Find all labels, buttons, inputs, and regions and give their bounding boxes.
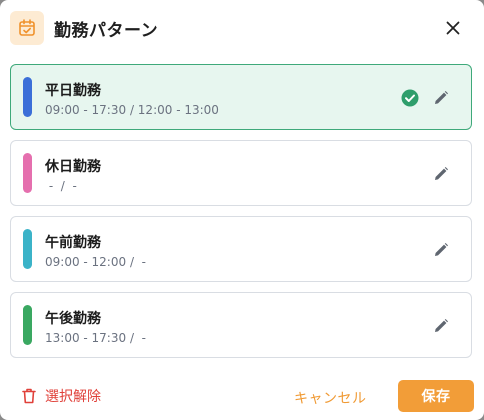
deselect-label: 選択解除 [45,389,101,405]
work-pattern-dialog: 勤務パターン 平日勤務 09:00 - 17:30 / 12:00 - 13:0… [0,0,484,420]
pattern-name: 午前勤務 [45,235,101,251]
pencil-icon [435,319,448,332]
dialog-footer: 選択解除 キャンセル 保存 [0,372,484,420]
close-button[interactable] [441,16,465,40]
pattern-card-weekday[interactable]: 平日勤務 09:00 - 17:30 / 12:00 - 13:00 [10,64,472,130]
pencil-icon [435,243,448,256]
edit-button[interactable] [431,240,451,260]
pattern-card-morning[interactable]: 午前勤務 09:00 - 12:00 / - [10,216,472,282]
edit-button[interactable] [431,88,451,108]
pattern-time: 09:00 - 17:30 / 12:00 - 13:00 [45,103,219,117]
pattern-card-holiday[interactable]: 休日勤務 - / - [10,140,472,206]
dialog-title: 勤務パターン [54,21,159,41]
pattern-name: 午後勤務 [45,311,101,327]
pencil-icon [435,91,448,104]
trash-icon [22,388,36,404]
dialog-header: 勤務パターン [0,0,484,58]
save-button[interactable]: 保存 [398,380,474,412]
edit-button[interactable] [431,164,451,184]
pattern-name: 休日勤務 [45,159,101,175]
cancel-button[interactable]: キャンセル [294,388,367,408]
pattern-time: 09:00 - 12:00 / - [45,255,146,269]
pattern-color-bar [23,305,32,345]
deselect-button[interactable]: 選択解除 [22,386,101,406]
close-icon [446,21,460,35]
pattern-time: 13:00 - 17:30 / - [45,331,146,345]
pattern-color-bar [23,229,32,269]
pattern-time: - / - [45,179,77,193]
edit-button[interactable] [431,316,451,336]
pattern-color-bar [23,77,32,117]
calendar-check-icon [10,11,44,45]
pattern-name: 平日勤務 [45,83,101,99]
check-circle-icon [401,89,419,107]
pattern-color-bar [23,153,32,193]
pattern-card-afternoon[interactable]: 午後勤務 13:00 - 17:30 / - [10,292,472,358]
pencil-icon [435,167,448,180]
